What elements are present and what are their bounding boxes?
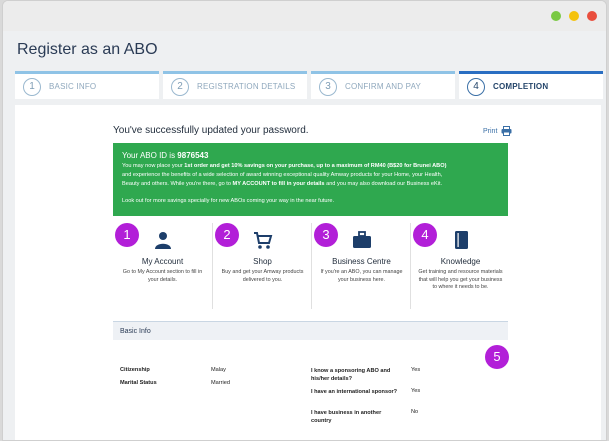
abo-welcome-banner: Your ABO ID is 9876543 You may now place… (113, 143, 508, 216)
feature-title: Knowledge (440, 257, 481, 266)
feature-description: Buy and get your Amway products delivere… (221, 269, 304, 283)
print-button[interactable]: Print (483, 126, 512, 136)
info-label-international-sponsor: I have an international sponsor? (311, 389, 398, 395)
print-label: Print (483, 127, 498, 135)
registration-page: Register as an ABO 1 BASIC INFO 2 REGIST… (3, 31, 606, 440)
step-confirm-and-pay[interactable]: 3 CONFIRM AND PAY (311, 71, 455, 99)
feature-description: If you're an ABO, you can manage your bu… (320, 269, 403, 283)
minimize-button[interactable] (569, 11, 579, 21)
offer-text-part: and experience the benefits of a wide se… (122, 172, 443, 178)
info-label-business-another-country: I have business in another country (311, 410, 382, 424)
info-label-marital-status: Marital Status (120, 380, 157, 386)
offer-text-part: Beauty and others. While you're there, g… (122, 181, 233, 187)
offer-text-part: and you may also download our Business e… (324, 181, 443, 187)
success-message: You've successfully updated your passwor… (113, 125, 309, 136)
step-registration-details[interactable]: 2 REGISTRATION DETAILS (163, 71, 307, 99)
info-label-sponsoring-abo: I know a sponsoring ABO and his/her deta… (311, 368, 391, 382)
user-icon (155, 232, 171, 249)
step-label: BASIC INFO (49, 82, 97, 91)
feature-title: Shop (253, 257, 272, 266)
briefcase-icon (353, 231, 371, 248)
feature-description: Go to My Account section to fill in your… (122, 269, 203, 283)
info-value-citizenship: Malay (211, 367, 226, 373)
browser-window: Register as an ABO 1 BASIC INFO 2 REGIST… (2, 0, 607, 441)
info-value-sponsoring-abo: Yes (411, 367, 421, 373)
step-badge: 2 (215, 223, 239, 247)
info-label-citizenship: Citizenship (120, 367, 150, 373)
notebook-icon (455, 231, 468, 249)
abo-id-label: Your ABO ID is (122, 151, 176, 160)
step-number: 2 (171, 78, 189, 96)
step-progress: 1 BASIC INFO 2 REGISTRATION DETAILS 3 CO… (15, 71, 606, 99)
feature-business-centre[interactable]: 3 Business Centre If you're an ABO, you … (311, 223, 410, 309)
feature-my-account[interactable]: 1 My Account Go to My Account section to… (113, 223, 212, 309)
step-label: CONFIRM AND PAY (345, 82, 422, 91)
abo-footer-text: Look out for more savings specially for … (122, 198, 335, 204)
step-label: COMPLETION (493, 82, 549, 91)
abo-id-value: 9876543 (177, 151, 209, 160)
step-badge: 1 (115, 223, 139, 247)
feature-tiles: 1 My Account Go to My Account section to… (113, 223, 508, 309)
close-button[interactable] (587, 11, 597, 21)
completion-panel: You've successfully updated your passwor… (15, 105, 601, 440)
step-badge: 3 (314, 223, 338, 247)
printer-icon (501, 126, 512, 136)
feature-title: My Account (141, 257, 184, 266)
feature-description: Get training and resource materials that… (418, 269, 503, 290)
basic-info-header: Basic Info (113, 321, 508, 340)
offer-highlight: 1st order and get 10% savings on your pu… (184, 163, 447, 169)
info-value-international-sponsor: Yes (411, 388, 421, 394)
step-number: 1 (23, 78, 41, 96)
step-basic-info[interactable]: 1 BASIC INFO (15, 71, 159, 99)
page-title: Register as an ABO (17, 41, 158, 58)
abo-offer-text: You may now place your 1st order and get… (122, 162, 499, 189)
info-value-business-another-country: No (411, 409, 419, 415)
step-badge: 4 (413, 223, 437, 247)
step-number: 4 (467, 78, 485, 96)
maximize-button[interactable] (551, 11, 561, 21)
feature-title: Business Centre (332, 257, 391, 266)
cart-icon (254, 232, 273, 249)
my-account-link[interactable]: MY ACCOUNT to fill in your details (233, 181, 325, 187)
step-completion[interactable]: 4 COMPLETION (459, 71, 603, 99)
window-titlebar (3, 1, 606, 31)
step-number: 3 (319, 78, 337, 96)
abo-id-line: Your ABO ID is 9876543 (122, 151, 499, 160)
feature-shop[interactable]: 2 Shop Buy and get your Amway products d… (212, 223, 311, 309)
offer-text-part: You may now place your (122, 163, 185, 169)
info-value-marital-status: Married (211, 380, 230, 386)
step-badge: 5 (485, 345, 509, 369)
feature-knowledge[interactable]: 4 Knowledge Get training and resource ma… (410, 223, 509, 309)
step-label: REGISTRATION DETAILS (197, 82, 296, 91)
